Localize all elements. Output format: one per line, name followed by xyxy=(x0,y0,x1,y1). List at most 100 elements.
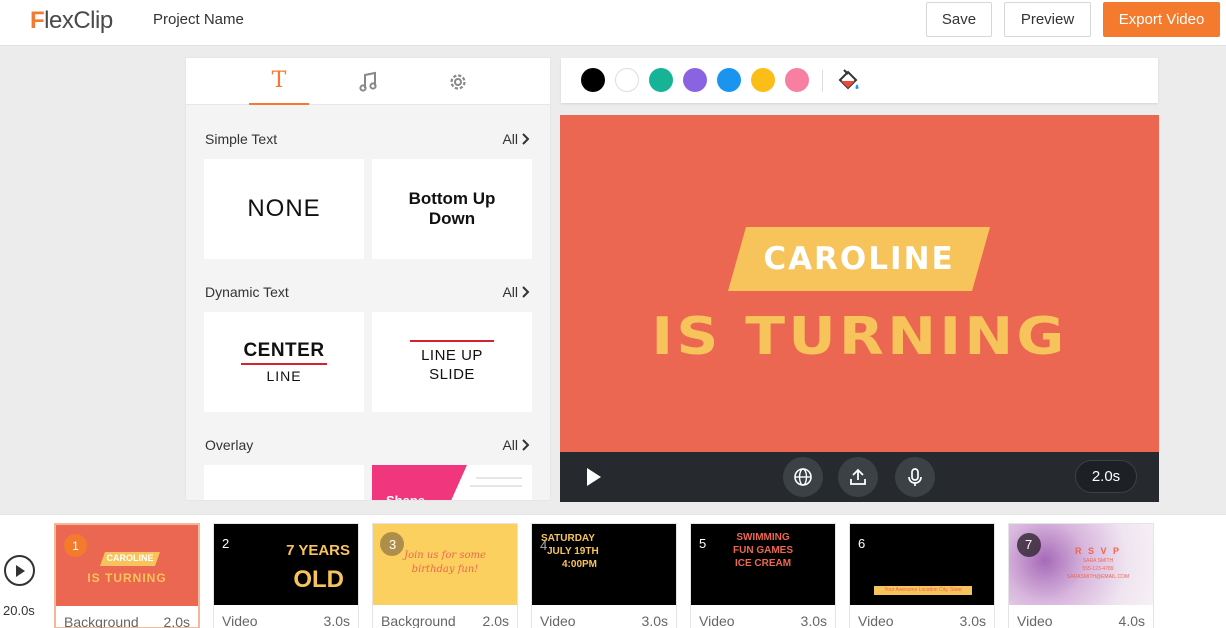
scene-timeline: 20.0s CAROLINE IS TURNING 1 Background 2.… xyxy=(0,514,1226,628)
clip-thumbnail: 2 7 YEARS OLD xyxy=(214,524,358,605)
scene-clip-2[interactable]: 2 7 YEARS OLD Video 3.0s xyxy=(213,523,359,628)
clip-duration: 3.0s xyxy=(959,613,986,628)
all-label: All xyxy=(502,437,518,453)
scene-duration[interactable]: 2.0s xyxy=(1075,460,1137,493)
tab-music[interactable] xyxy=(338,58,398,105)
total-duration: 20.0s xyxy=(3,603,35,618)
logo-text: lexClip xyxy=(44,7,113,34)
save-button[interactable]: Save xyxy=(926,2,992,37)
globe-icon xyxy=(794,468,812,486)
preview-button[interactable]: Preview xyxy=(1004,2,1091,37)
upload-icon xyxy=(850,468,866,485)
card-label-line1: Bottom Up xyxy=(408,189,496,208)
export-video-button[interactable]: Export Video xyxy=(1103,2,1220,37)
language-button[interactable] xyxy=(783,457,823,497)
clip-duration: 3.0s xyxy=(641,613,668,628)
microphone-icon xyxy=(908,468,922,486)
clip-type: Video xyxy=(222,613,258,628)
text-style-center-line[interactable]: CENTER LINE xyxy=(204,312,364,412)
tab-text[interactable]: T xyxy=(249,58,309,105)
clip-thumbnail: 4 SATURDAY JULY 19TH 4:00PM xyxy=(532,524,676,605)
flexclip-logo[interactable]: FlexClip xyxy=(30,6,113,36)
clip-type: Video xyxy=(699,613,735,628)
scene-clip-4[interactable]: 4 SATURDAY JULY 19TH 4:00PM Video 3.0s xyxy=(531,523,677,628)
overlay-card-shape[interactable]: Shape xyxy=(372,465,532,500)
thumb-text-3: 555-123-4789 xyxy=(1082,566,1114,572)
clip-type: Background xyxy=(381,613,456,628)
color-swatch-purple[interactable] xyxy=(683,68,707,92)
thumb-text-3: ICE CREAM xyxy=(734,558,792,569)
thumb-text-1: SWIMMING xyxy=(736,532,790,543)
project-name[interactable]: Project Name xyxy=(153,11,244,28)
color-swatch-blue[interactable] xyxy=(717,68,741,92)
logo-letter: F xyxy=(30,7,45,34)
text-style-line-up-slide[interactable]: LINE UP SLIDE xyxy=(372,312,532,412)
scene-number: 2 xyxy=(222,536,230,551)
clip-type: Video xyxy=(540,613,576,628)
section-dynamic-text-title: Dynamic Text xyxy=(205,284,289,300)
color-swatch-white[interactable] xyxy=(615,68,639,92)
overlay-all-link[interactable]: All xyxy=(502,437,530,453)
overlay-card-1[interactable] xyxy=(204,465,364,500)
card-label-line2: SLIDE xyxy=(429,366,475,383)
clip-duration: 2.0s xyxy=(163,614,190,628)
clip-thumbnail: CAROLINE IS TURNING 1 xyxy=(56,525,198,606)
text-style-none[interactable]: NONE xyxy=(204,159,364,259)
play-icon xyxy=(15,564,25,577)
red-line-decoration xyxy=(241,363,327,365)
dynamic-text-all-link[interactable]: All xyxy=(502,284,530,300)
thumb-text-1: R S V P xyxy=(1074,546,1121,556)
panel-tabs: T xyxy=(186,58,550,105)
thumb-text-4: SARASMITH@EMAIL.COM xyxy=(1066,574,1130,580)
card-label-top: CENTER xyxy=(243,340,325,361)
clip-thumbnail: 5 SWIMMING FUN GAMES ICE CREAM xyxy=(691,524,835,605)
color-swatch-black[interactable] xyxy=(581,68,605,92)
color-swatch-pink[interactable] xyxy=(785,68,809,92)
scene-clip-7[interactable]: 7 R S V P SARA SMITH 555-123-4789 SARASM… xyxy=(1008,523,1154,628)
canvas-title-line2[interactable]: IS TURNING xyxy=(560,307,1159,367)
text-style-bottom-up-down[interactable]: Bottom Up Down xyxy=(372,159,532,259)
thumb-text-2: FUN GAMES xyxy=(733,545,793,556)
paint-bucket-icon[interactable] xyxy=(835,68,861,94)
simple-text-all-link[interactable]: All xyxy=(502,131,530,147)
chevron-right-icon xyxy=(522,439,530,451)
color-swatch-teal[interactable] xyxy=(649,68,673,92)
upload-button[interactable] xyxy=(838,457,878,497)
top-bar: FlexClip Project Name Save Preview Expor… xyxy=(0,0,1226,46)
scene-clip-6[interactable]: 6 Your Awesome Location City, State Vide… xyxy=(849,523,995,628)
section-overlay-title: Overlay xyxy=(205,437,254,453)
chevron-right-icon xyxy=(522,286,530,298)
canvas-title-line1[interactable]: CAROLINE xyxy=(728,227,990,291)
clip-type: Video xyxy=(1017,613,1053,628)
timeline-play-button[interactable] xyxy=(4,555,35,586)
thumb-text-1: 7 YEARS xyxy=(286,542,350,559)
clip-type: Video xyxy=(858,613,894,628)
scene-clip-5[interactable]: 5 SWIMMING FUN GAMES ICE CREAM Video 3.0s xyxy=(690,523,836,628)
clip-duration: 3.0s xyxy=(323,613,350,628)
clip-thumbnail: 7 R S V P SARA SMITH 555-123-4789 SARASM… xyxy=(1009,524,1153,605)
play-icon[interactable] xyxy=(586,467,602,487)
thumb-text-2: JULY 19TH xyxy=(547,546,599,557)
thumb-text-1: CAROLINE xyxy=(106,553,154,563)
section-simple-text-title: Simple Text xyxy=(205,131,278,147)
card-label-line1: LINE UP xyxy=(421,347,483,364)
clip-duration: 2.0s xyxy=(482,613,509,628)
scene-clip-1[interactable]: CAROLINE IS TURNING 1 Background 2.0s xyxy=(54,523,200,628)
clip-type: Background xyxy=(64,614,139,628)
record-voice-button[interactable] xyxy=(895,457,935,497)
thumb-text-3: 4:00PM xyxy=(562,559,598,570)
all-label: All xyxy=(502,284,518,300)
video-preview-canvas[interactable]: CAROLINE IS TURNING xyxy=(560,115,1159,452)
thumb-text-1: SATURDAY xyxy=(541,533,595,544)
thumb-text-2: IS TURNING xyxy=(87,571,167,585)
tab-settings[interactable] xyxy=(428,58,488,105)
clip-duration: 3.0s xyxy=(800,613,827,628)
thumb-text-2: birthday fun! xyxy=(411,564,479,575)
thumb-text-1: Your Awesome Location City, State xyxy=(874,586,972,595)
color-swatch-yellow[interactable] xyxy=(751,68,775,92)
thumb-text-2: OLD xyxy=(293,566,344,593)
scene-number: 7 xyxy=(1025,537,1033,552)
card-label-bottom: LINE xyxy=(266,368,302,384)
color-toolbar xyxy=(561,58,1158,103)
scene-clip-3[interactable]: 3 Join us for some birthday fun! Backgro… xyxy=(372,523,518,628)
